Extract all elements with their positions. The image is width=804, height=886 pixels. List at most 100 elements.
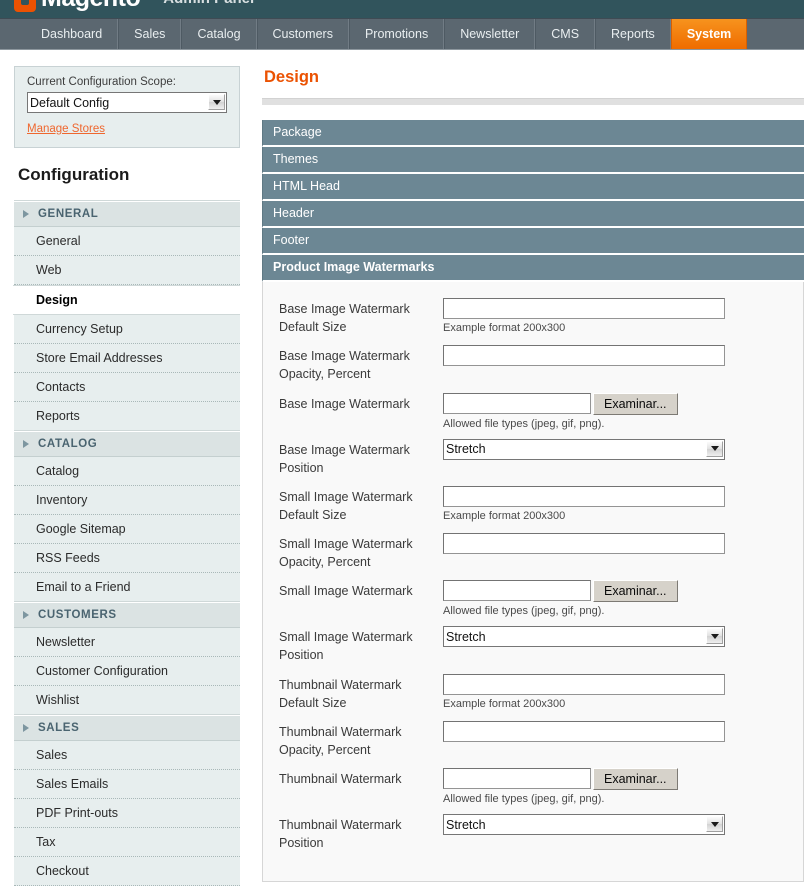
field-row: Thumbnail Watermark Opacity, Percent <box>279 720 793 759</box>
small-image-watermark-browse-button[interactable]: Examinar... <box>593 580 678 603</box>
field-control: Examinar... Allowed file types (jpeg, gif… <box>443 768 793 805</box>
field-label: Small Image Watermark Position <box>279 630 413 663</box>
nav-group-catalog: CATALOG Catalog Inventory Google Sitemap RSS… <box>14 431 240 602</box>
nav-group-items: Catalog Inventory Google Sitemap RSS Feeds E… <box>14 457 240 602</box>
sidebar-item-rss-feeds[interactable]: RSS Feeds <box>14 544 240 573</box>
section-header-product-image-watermarks[interactable]: Product Image Watermarks <box>262 255 804 282</box>
nav-group-sales: SALES Sales Sales Emails PDF Print-outs Tax C… <box>14 715 240 886</box>
sidebar-item-design[interactable]: Design <box>13 285 240 315</box>
base-image-watermark-browse-button[interactable]: Examinar... <box>593 392 678 415</box>
sidebar-item-sales-emails[interactable]: Sales Emails <box>14 770 240 799</box>
field-row: Base Image Watermark Default Size Example… <box>279 298 793 336</box>
sidebar-item-google-sitemap[interactable]: Google Sitemap <box>14 515 240 544</box>
design-config-sections: Package Themes HTML Head Header Footer Produc… <box>262 120 804 883</box>
nav-group-customers: CUSTOMERS Newsletter Customer Configuratio… <box>14 602 240 715</box>
sidebar-item-reports[interactable]: Reports <box>14 402 240 430</box>
thumbnail-watermark-file-path-input[interactable] <box>443 768 591 789</box>
nav-item-catalog[interactable]: Catalog <box>181 19 257 49</box>
section-header-html-head[interactable]: HTML Head <box>262 174 804 201</box>
section-header-package[interactable]: Package <box>262 120 804 147</box>
nav-item-reports[interactable]: Reports <box>595 19 671 49</box>
field-control <box>443 345 793 367</box>
nav-item-newsletter[interactable]: Newsletter <box>444 19 536 49</box>
nav-group-items: General Web Design Currency Setup Store Emai… <box>13 227 240 431</box>
base-image-watermark-file-path-input[interactable] <box>443 392 591 414</box>
sidebar-item-checkout[interactable]: Checkout <box>14 857 240 886</box>
section-header-themes[interactable]: Themes <box>262 147 804 174</box>
thumbnail-watermark-position-select[interactable]: Stretch <box>443 814 725 835</box>
sidebar-item-general[interactable]: General <box>14 227 240 256</box>
small-image-watermark-opacity-percent-input[interactable] <box>443 533 725 554</box>
field-hint: Example format 200x300 <box>443 322 566 334</box>
section-header-footer[interactable]: Footer <box>262 228 804 255</box>
scope-label: Current Configuration Scope: <box>27 76 176 88</box>
base-image-watermark-opacity-percent-input[interactable] <box>443 345 725 367</box>
nav-group-general: GENERAL General Web Design Currency Setup Sto… <box>13 201 240 431</box>
sidebar-item-pdf-print-outs[interactable]: PDF Print-outs <box>14 799 240 828</box>
nav-item-customers[interactable]: Customers <box>256 19 349 49</box>
title-divider <box>262 98 804 105</box>
nav-group-header-customers[interactable]: CUSTOMERS <box>14 602 240 628</box>
nav-group-header-catalog[interactable]: CATALOG <box>14 431 240 457</box>
logo-tagline: Admin Panel <box>163 0 254 7</box>
left-column: Current Configuration Scope: Default Con… <box>0 50 240 886</box>
sidebar-item-email-to-a-friend[interactable]: Email to a Friend <box>14 573 240 601</box>
sidebar-item-tax[interactable]: Tax <box>14 828 240 857</box>
field-row: Base Image Watermark Position Stretch <box>279 438 793 477</box>
base-image-watermark-default-size-input[interactable] <box>443 298 725 319</box>
field-hint: Example format 200x300 <box>443 697 566 710</box>
field-row: Base Image Watermark Opacity, Percent <box>279 345 793 383</box>
nav-item-cms[interactable]: CMS <box>535 19 596 49</box>
field-row: Thumbnail Watermark Default Size Example … <box>279 673 793 712</box>
section-header-header[interactable]: Header <box>262 201 804 228</box>
small-image-watermark-file-path-input[interactable] <box>443 580 591 602</box>
nav-group-items: Sales Sales Emails PDF Print-outs Tax Checko… <box>14 741 240 886</box>
nav-group-header-sales[interactable]: SALES <box>14 715 240 741</box>
thumbnail-watermark-opacity-percent-input[interactable] <box>443 720 725 742</box>
page-body: Current Configuration Scope: Default Con… <box>0 50 804 886</box>
small-image-watermark-position-select-wrapper[interactable]: Stretch <box>443 626 725 648</box>
nav-item-system[interactable]: System <box>670 19 748 49</box>
sidebar-item-contacts[interactable]: Contacts <box>14 373 240 402</box>
sidebar-item-web[interactable]: Web <box>14 256 240 285</box>
thumbnail-watermark-browse-button[interactable]: Examinar... <box>593 768 678 790</box>
sidebar-item-wishlist[interactable]: Wishlist <box>14 686 240 714</box>
section-body-product-image-watermarks: Base Image Watermark Default Size Example… <box>262 282 804 883</box>
triangle-right-icon <box>23 724 29 732</box>
field-row: Thumbnail Watermark Examinar... Allowed fi… <box>279 768 793 805</box>
field-label: Small Image Watermark Opacity, Percent <box>279 537 413 570</box>
base-image-watermark-position-select[interactable]: Stretch <box>443 438 725 460</box>
manage-stores-link[interactable]: Manage Stores <box>27 123 105 135</box>
small-image-watermark-position-select[interactable]: Stretch <box>443 626 725 648</box>
nav-group-label: GENERAL <box>38 208 99 220</box>
sidebar-item-currency-setup[interactable]: Currency Setup <box>14 315 240 344</box>
magento-logo: Magento Admin Panel <box>14 0 254 18</box>
field-label: Base Image Watermark Opacity, Percent <box>279 349 410 382</box>
triangle-right-icon <box>23 611 29 619</box>
thumbnail-watermark-default-size-input[interactable] <box>443 673 725 695</box>
scope-select[interactable]: Default Config <box>27 92 227 113</box>
nav-group-label: SALES <box>38 722 80 734</box>
sidebar-item-store-email-addresses[interactable]: Store Email Addresses <box>14 344 240 373</box>
configuration-sidebar-nav: GENERAL General Web Design Currency Setup Sto… <box>13 201 240 886</box>
sidebar-item-customer-configuration[interactable]: Customer Configuration <box>14 657 240 686</box>
field-control: Example format 200x300 <box>443 485 793 522</box>
nav-item-promotions[interactable]: Promotions <box>348 19 445 49</box>
nav-item-dashboard[interactable]: Dashboard <box>26 19 119 49</box>
configuration-scope-panel: Current Configuration Scope: Default Con… <box>14 66 240 148</box>
field-row: Small Image Watermark Opacity, Percent <box>279 533 793 571</box>
sidebar-item-newsletter[interactable]: Newsletter <box>14 628 240 657</box>
thumbnail-watermark-position-select-wrapper[interactable]: Stretch <box>443 814 725 835</box>
base-image-watermark-position-select-wrapper[interactable]: Stretch <box>443 438 725 460</box>
nav-group-header-general[interactable]: GENERAL <box>14 201 240 227</box>
nav-item-sales[interactable]: Sales <box>118 19 182 49</box>
sidebar-item-catalog[interactable]: Catalog <box>14 457 240 486</box>
field-control: Examinar... Allowed file types (jpeg, gif… <box>443 580 793 617</box>
triangle-right-icon <box>23 210 29 218</box>
scope-select-wrapper[interactable]: Default Config <box>27 92 227 113</box>
small-image-watermark-default-size-input[interactable] <box>443 485 725 507</box>
file-input-row: Examinar... <box>443 580 793 603</box>
field-control: Examinar... Allowed file types (jpeg, gif… <box>443 392 793 430</box>
sidebar-item-sales[interactable]: Sales <box>14 741 240 770</box>
sidebar-item-inventory[interactable]: Inventory <box>14 486 240 515</box>
